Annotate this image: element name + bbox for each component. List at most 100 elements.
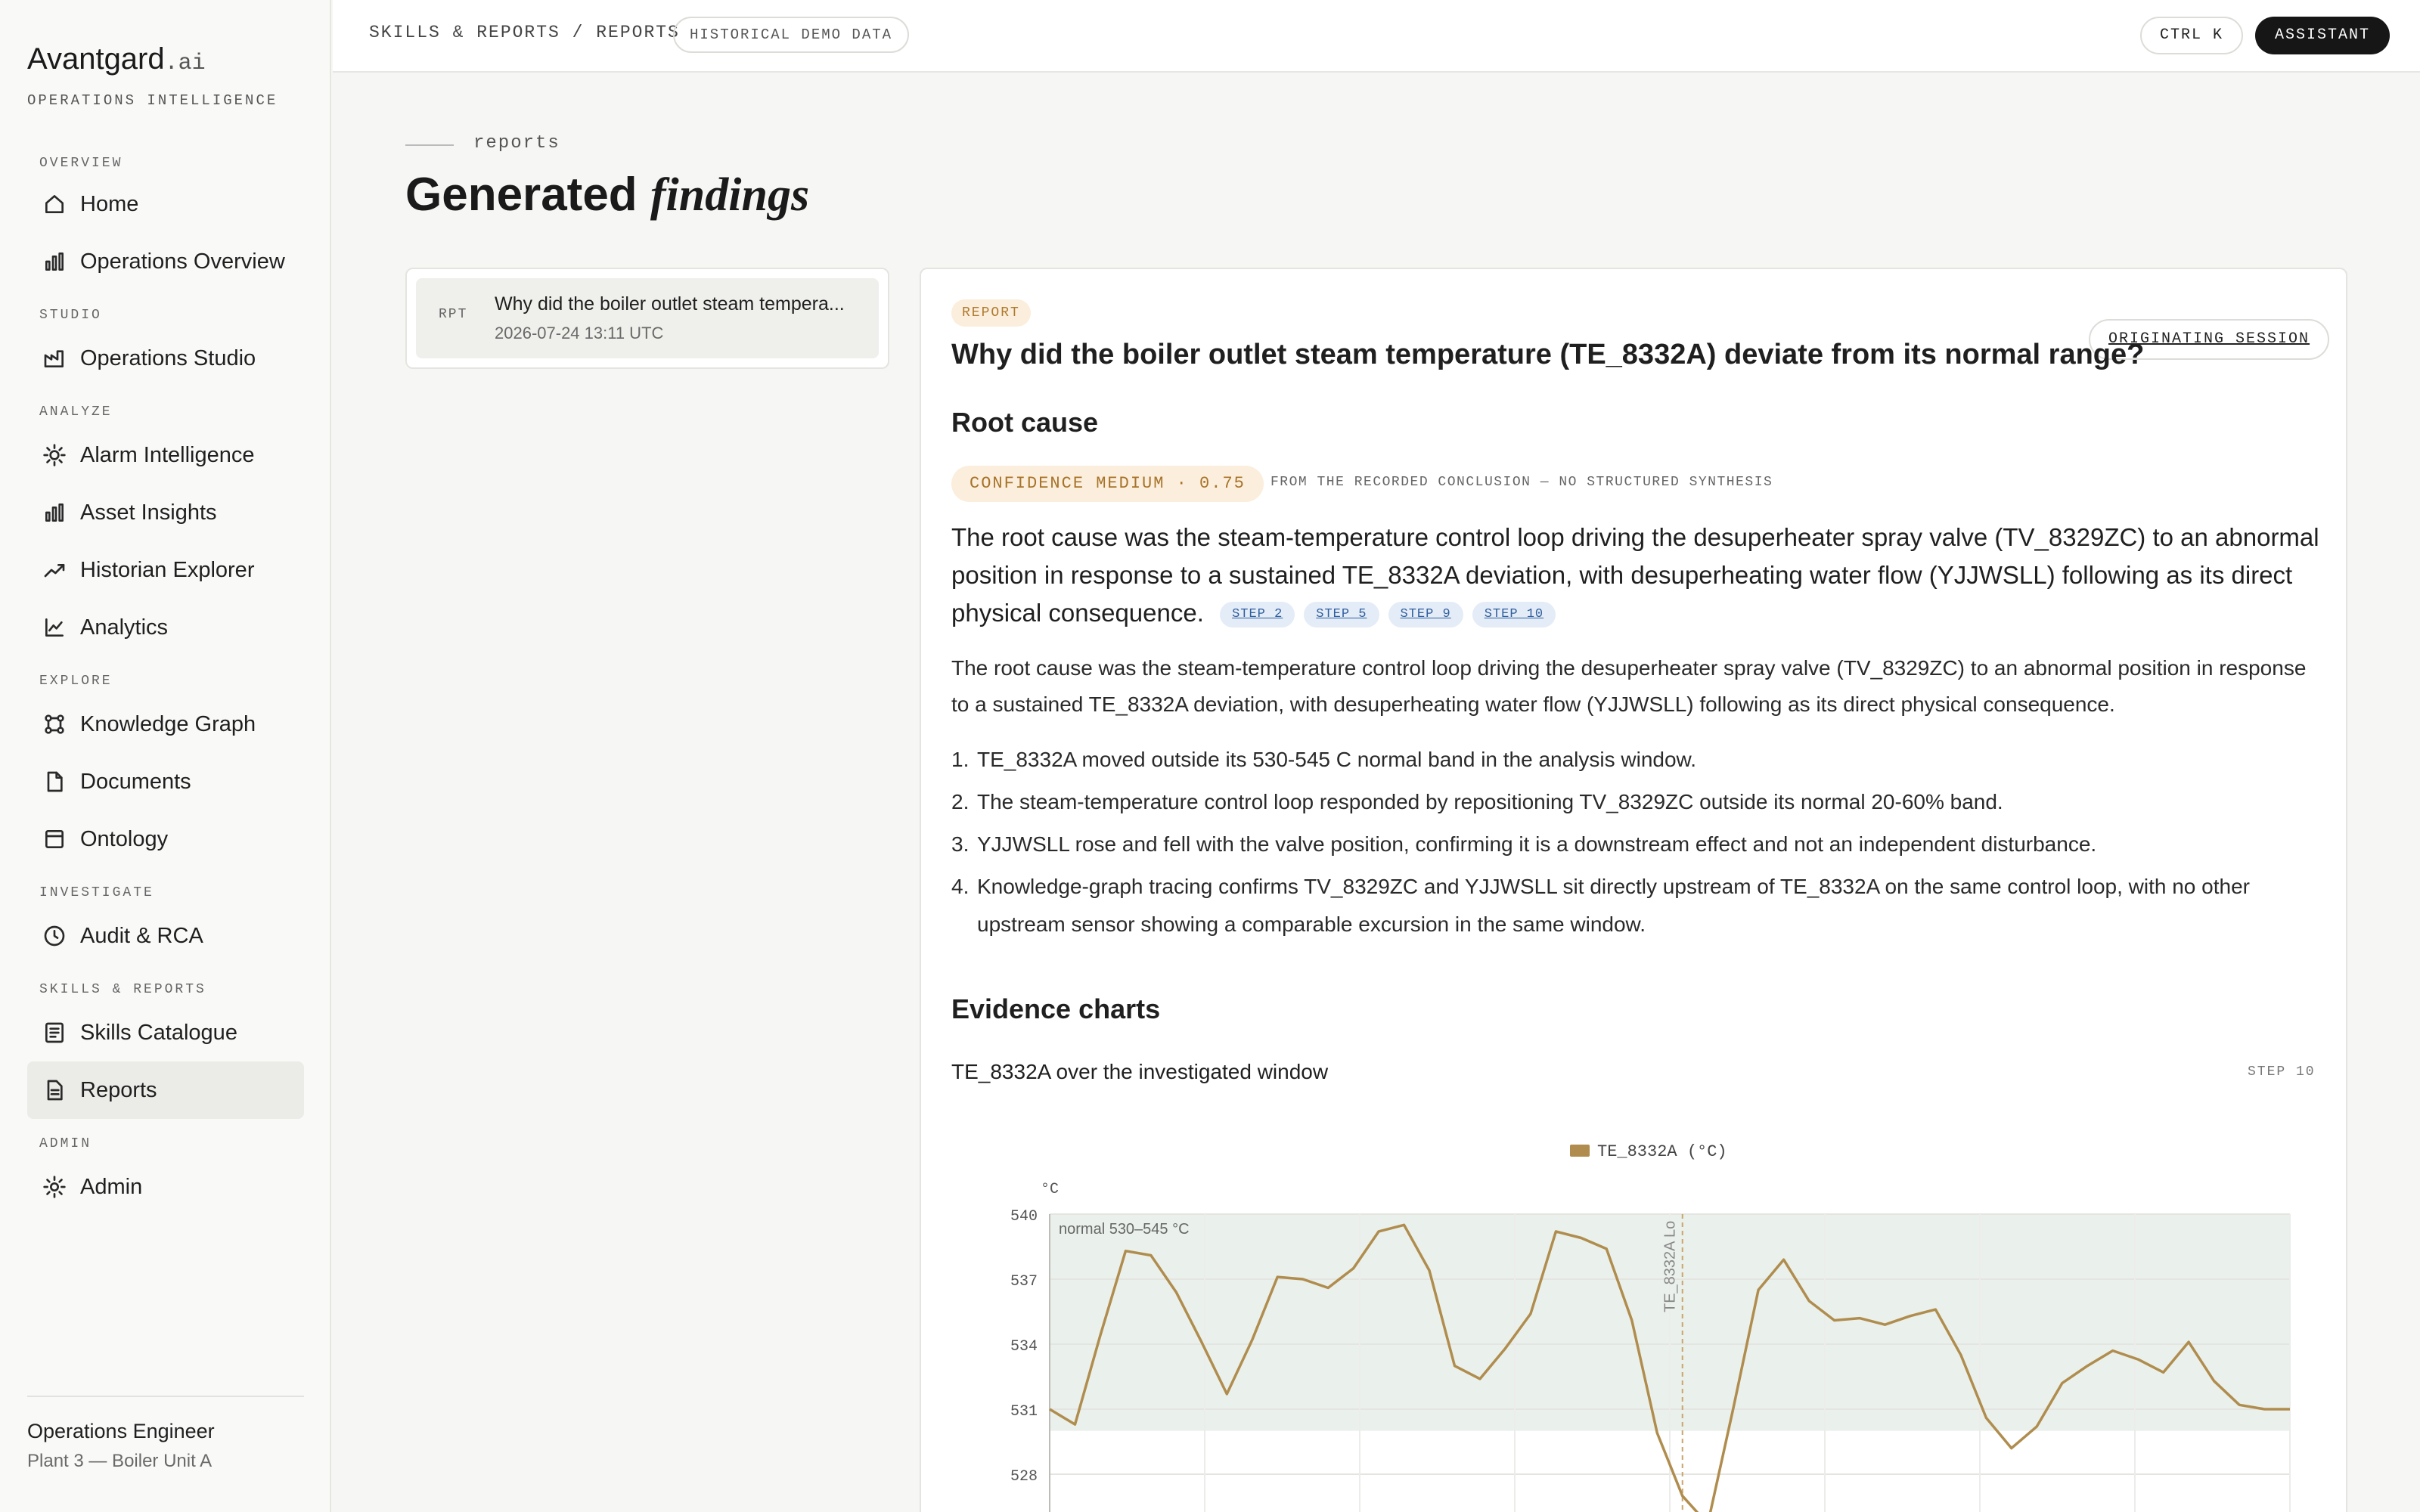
finding-text: The steam-temperature control loop respo… xyxy=(977,790,2003,813)
data-point xyxy=(1326,1286,1329,1289)
eyebrow-label: reports xyxy=(473,133,560,153)
sidebar-item-label: Skills Catalogue xyxy=(80,1020,237,1045)
nav-section-skills-reports: SKILLS & REPORTS xyxy=(39,982,206,997)
sidebar-item-audit-rca[interactable]: Audit & RCA xyxy=(27,907,304,965)
finding-text: TE_8332A moved outside its 530-545 C nor… xyxy=(977,748,1697,771)
y-axis-unit: °C xyxy=(1041,1181,1059,1198)
sidebar-item-label: Knowledge Graph xyxy=(80,711,256,736)
data-point xyxy=(1807,1300,1810,1303)
step-link[interactable]: STEP 10 xyxy=(1472,602,1556,628)
data-point xyxy=(1200,1340,1203,1343)
sidebar-item-historian-explorer[interactable]: Historian Explorer xyxy=(27,541,304,599)
sidebar-item-asset-insights[interactable]: Asset Insights xyxy=(27,484,304,541)
data-point xyxy=(1099,1334,1102,1337)
page-title-italic: findings xyxy=(650,169,810,221)
sidebar-item-skills-catalogue[interactable]: Skills Catalogue xyxy=(27,1004,304,1061)
report-icon xyxy=(47,1080,63,1101)
y-tick-label: 534 xyxy=(1010,1338,1038,1356)
data-point xyxy=(1655,1432,1658,1435)
sidebar-item-operations-studio[interactable]: Operations Studio xyxy=(27,330,304,387)
sidebar-item-analytics[interactable]: Analytics xyxy=(27,599,304,656)
clock-icon xyxy=(44,925,65,947)
y-tick-label: 537 xyxy=(1010,1273,1038,1290)
report-detail: REPORT ORIGINATING SESSION Why did the b… xyxy=(920,268,2347,1512)
sidebar-item-label: Alarm Intelligence xyxy=(80,442,255,467)
root-cause-paragraph: The root cause was the steam-temperature… xyxy=(951,656,2307,716)
root-cause-conclusion: The root cause was the steam-temperature… xyxy=(951,519,2328,632)
data-point xyxy=(1984,1416,1987,1419)
user-role: Operations Engineer xyxy=(27,1420,215,1442)
assistant-button[interactable]: ASSISTANT xyxy=(2255,17,2391,54)
sidebar-item-reports[interactable]: Reports xyxy=(27,1061,304,1119)
step-link[interactable]: STEP 9 xyxy=(1388,602,1463,628)
list-icon xyxy=(45,1022,64,1043)
archive-icon xyxy=(45,830,64,848)
gear-icon xyxy=(43,1176,66,1198)
graph-icon xyxy=(45,714,64,734)
data-point xyxy=(1225,1393,1228,1396)
data-point xyxy=(1377,1230,1380,1233)
data-point xyxy=(2288,1408,2291,1411)
normal-band-label: normal 530–545 °C xyxy=(1059,1221,1190,1238)
report-type-badge: RPT xyxy=(439,307,468,322)
nav-section-explore: EXPLORE xyxy=(39,674,113,689)
data-point xyxy=(1403,1223,1406,1226)
line-chart-icon xyxy=(45,618,64,637)
evidence-charts-heading: Evidence charts xyxy=(951,993,1161,1024)
data-point xyxy=(1782,1258,1786,1261)
list-item: 3. YJJWSLL rose and fell with the valve p… xyxy=(951,826,2328,863)
sidebar-item-knowledge-graph[interactable]: Knowledge Graph xyxy=(27,696,304,753)
threshold-marker-label: TE_8332A Lo xyxy=(1662,1221,1679,1312)
data-point xyxy=(1174,1290,1177,1294)
step-link[interactable]: STEP 5 xyxy=(1304,602,1379,628)
sidebar-item-label: Audit & RCA xyxy=(80,923,203,948)
sidebar-item-label: Analytics xyxy=(80,615,169,640)
sidebar-item-alarm-intelligence[interactable]: Alarm Intelligence xyxy=(27,426,304,484)
data-point xyxy=(1630,1318,1634,1321)
data-point xyxy=(2238,1403,2241,1406)
command-palette-button[interactable]: CTRL K xyxy=(2140,17,2244,54)
finding-text: Knowledge-graph tracing confirms TV_8329… xyxy=(977,875,2250,936)
data-point xyxy=(2162,1371,2165,1374)
sidebar-item-label: Admin xyxy=(80,1174,143,1199)
sidebar-item-admin[interactable]: Admin xyxy=(27,1158,304,1216)
chart-step-label[interactable]: STEP 10 xyxy=(2248,1064,2316,1080)
confidence-badge: CONFIDENCE MEDIUM · 0.75 xyxy=(951,466,1264,502)
legend-label: TE_8332A (°C) xyxy=(1597,1142,1727,1161)
report-list-item[interactable]: RPT Why did the boiler outlet steam temp… xyxy=(416,278,879,358)
nav-section-overview: OVERVIEW xyxy=(39,156,123,171)
data-point xyxy=(1073,1423,1076,1426)
finding-number: 2. xyxy=(951,790,970,813)
list-item: 4. Knowledge-graph tracing confirms TV_83… xyxy=(951,868,2328,943)
data-point xyxy=(1554,1230,1557,1233)
y-tick-label: 528 xyxy=(1010,1468,1038,1486)
sidebar-item-label: Operations Overview xyxy=(80,249,285,274)
factory-icon xyxy=(44,350,64,367)
te-8332a-line-chart[interactable]: 525528531534537540°Cnormal 530–545 °CTE_… xyxy=(951,1101,2328,1512)
bar-chart-icon xyxy=(45,253,64,271)
step-link[interactable]: STEP 2 xyxy=(1220,602,1295,628)
data-point xyxy=(1959,1353,1962,1356)
data-point xyxy=(2086,1365,2089,1368)
sidebar-item-ontology[interactable]: Ontology xyxy=(27,810,304,868)
sidebar-item-documents[interactable]: Documents xyxy=(27,753,304,810)
report-item-title: Why did the boiler outlet steam tempera.… xyxy=(495,293,845,314)
data-point xyxy=(2061,1382,2064,1385)
conclusion-text: The root cause was the steam-temperature… xyxy=(951,523,2319,627)
sidebar-item-home[interactable]: Home xyxy=(27,175,304,233)
data-point xyxy=(1934,1308,1937,1311)
confidence-note: FROM THE RECORDED CONCLUSION — NO STRUCT… xyxy=(1270,475,1773,490)
y-tick-label: 540 xyxy=(1010,1208,1038,1225)
sidebar-item-operations-overview[interactable]: Operations Overview xyxy=(27,233,304,290)
data-point xyxy=(1503,1347,1506,1350)
user-profile[interactable]: Operations Engineer Plant 3 — Boiler Uni… xyxy=(27,1396,304,1472)
sidebar-item-label: Documents xyxy=(80,769,191,794)
demo-data-badge: HISTORICAL DEMO DATA xyxy=(673,17,910,53)
findings-list: 1. TE_8332A moved outside its 530-545 C n… xyxy=(951,741,2328,948)
brand-logo[interactable]: Avantgard.ai xyxy=(27,42,206,76)
finding-text: YJJWSLL rose and fell with the valve pos… xyxy=(977,832,2097,856)
home-icon xyxy=(45,195,64,213)
data-point xyxy=(2035,1425,2038,1428)
data-point xyxy=(1529,1312,1532,1315)
data-point xyxy=(2213,1380,2216,1383)
